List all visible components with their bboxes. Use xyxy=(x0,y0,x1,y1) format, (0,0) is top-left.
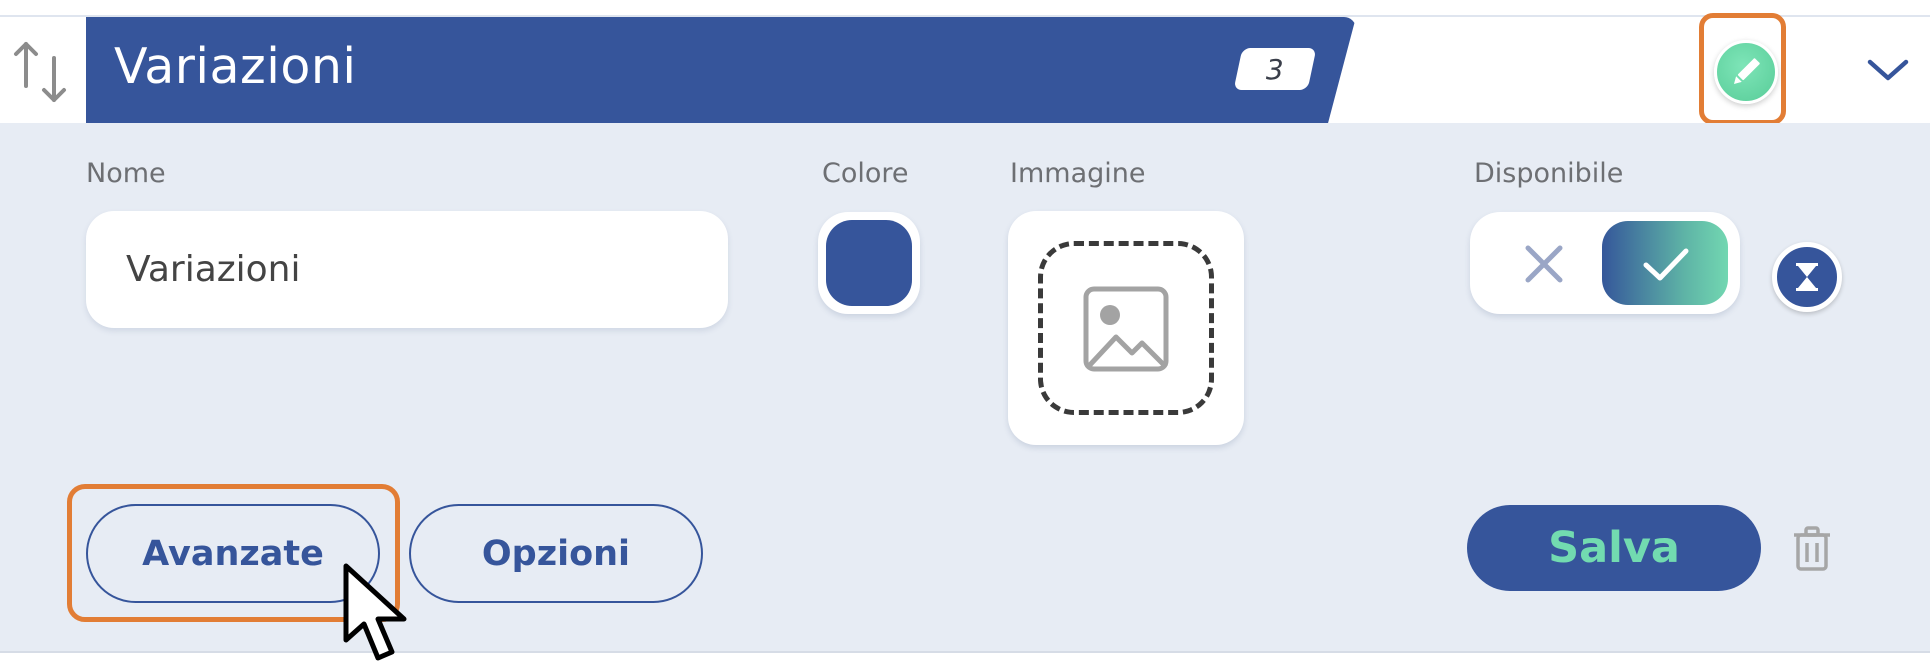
edit-button[interactable] xyxy=(1714,40,1778,104)
availability-toggle[interactable] xyxy=(1470,212,1740,314)
save-button[interactable]: Salva xyxy=(1467,505,1761,591)
advanced-button[interactable]: Avanzate xyxy=(86,504,380,603)
name-field[interactable] xyxy=(86,211,728,328)
image-placeholder-icon xyxy=(1083,286,1169,372)
options-button[interactable]: Opzioni xyxy=(409,504,703,603)
available-on-option[interactable] xyxy=(1602,221,1728,305)
hourglass-icon xyxy=(1796,263,1818,291)
color-label: Colore xyxy=(822,158,909,189)
pencil-icon xyxy=(1733,58,1760,85)
mouse-cursor-icon xyxy=(343,563,407,661)
color-swatch xyxy=(826,220,912,306)
schedule-button[interactable] xyxy=(1772,242,1842,312)
name-label: Nome xyxy=(86,158,166,189)
close-icon[interactable] xyxy=(1520,240,1568,288)
chevron-down-icon[interactable] xyxy=(1864,52,1912,88)
trash-icon[interactable] xyxy=(1792,526,1832,572)
check-icon xyxy=(1643,248,1689,281)
image-label: Immagine xyxy=(1010,158,1146,189)
color-picker[interactable] xyxy=(818,212,920,314)
sort-arrows-icon[interactable] xyxy=(10,36,72,108)
category-title: Variazioni xyxy=(114,38,357,95)
image-upload[interactable] xyxy=(1008,211,1244,445)
item-count-badge: 3 xyxy=(1233,48,1317,90)
available-label: Disponibile xyxy=(1474,158,1624,189)
